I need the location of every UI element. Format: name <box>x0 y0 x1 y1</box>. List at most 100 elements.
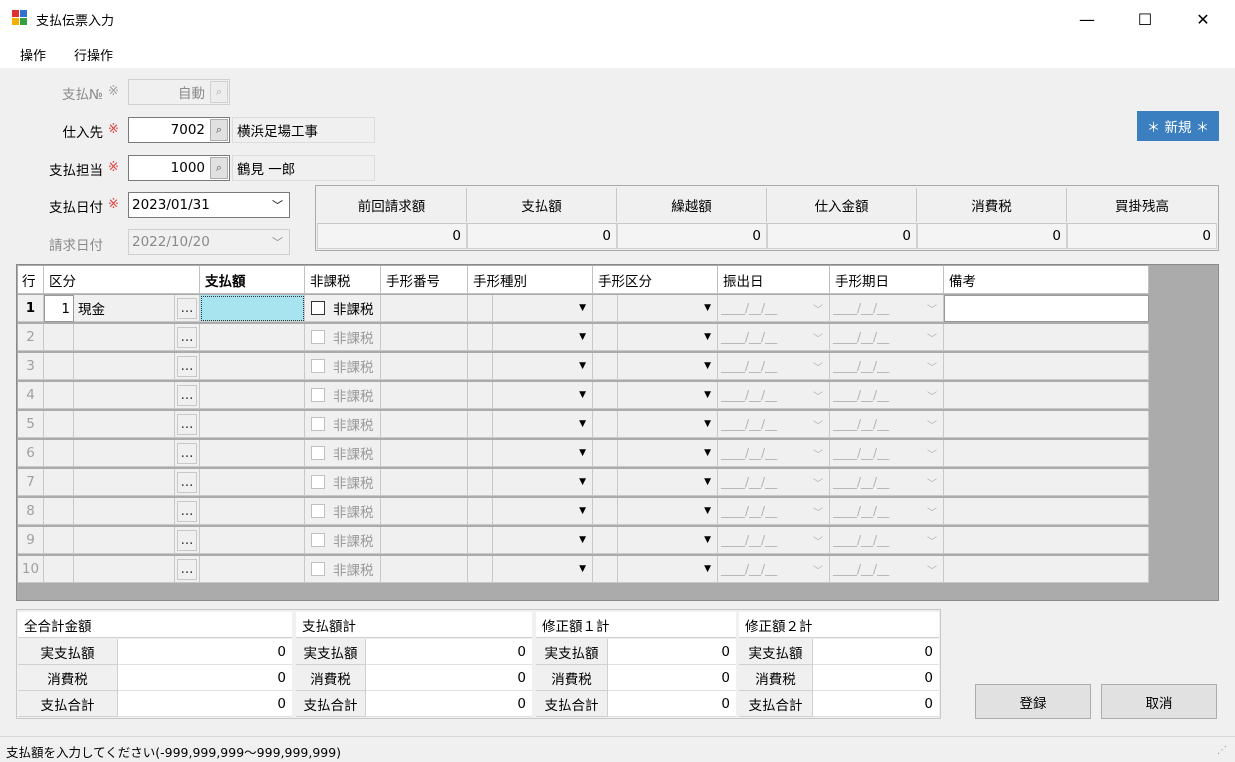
grid-cell-sq1[interactable] <box>468 295 493 322</box>
grid-cell-sq1[interactable] <box>468 411 493 438</box>
chevron-down-icon[interactable]: ﹀ <box>927 417 937 432</box>
grid-cell-name[interactable] <box>74 440 175 467</box>
grid-cell-cb[interactable]: 非課税 <box>305 411 381 438</box>
dropdown-arrow-icon[interactable]: ▼ <box>579 332 586 342</box>
grid-cell-nno[interactable] <box>381 556 468 583</box>
chevron-down-icon[interactable]: ﹀ <box>927 446 937 461</box>
checkbox-icon[interactable] <box>311 417 325 431</box>
dropdown-arrow-icon[interactable]: ▼ <box>579 564 586 574</box>
ellipsis-button[interactable]: ... <box>177 326 197 348</box>
date-picker[interactable]: ____/__/__ ﹀ <box>718 556 830 583</box>
grid-cell-sq1[interactable] <box>468 440 493 467</box>
chevron-down-icon[interactable]: ﹀ <box>927 330 937 345</box>
dropdown-select[interactable]: ▼ <box>618 469 718 496</box>
grid-cell-nno[interactable] <box>381 498 468 525</box>
amount-input[interactable] <box>200 469 305 496</box>
amount-input[interactable] <box>200 527 305 554</box>
date-picker[interactable]: ____/__/__ ﹀ <box>718 440 830 467</box>
grid-cell-sq1[interactable] <box>468 498 493 525</box>
register-button[interactable]: 登録 <box>975 684 1091 719</box>
chevron-down-icon[interactable]: ﹀ <box>927 359 937 374</box>
grid-cell-sq1[interactable] <box>468 556 493 583</box>
grid-cell-sq2[interactable] <box>593 382 618 409</box>
grid-cell-el[interactable]: ... <box>175 411 200 438</box>
chevron-down-icon[interactable]: ﹀ <box>927 533 937 548</box>
grid-cell-memo[interactable] <box>944 382 1149 409</box>
staff-search-icon[interactable]: ⌕ <box>210 157 228 179</box>
grid-cell-nno[interactable] <box>381 353 468 380</box>
dropdown-select[interactable]: ▼ <box>618 556 718 583</box>
grid-cell-code[interactable] <box>44 556 74 583</box>
dropdown-select[interactable]: ▼ <box>618 498 718 525</box>
grid-cell-memo[interactable] <box>944 411 1149 438</box>
checkbox-icon[interactable] <box>311 504 325 518</box>
dropdown-select[interactable]: ▼ <box>618 527 718 554</box>
grid-cell-sq2[interactable] <box>593 527 618 554</box>
checkbox-icon[interactable] <box>311 475 325 489</box>
grid-cell-nno[interactable] <box>381 469 468 496</box>
grid-cell-name[interactable] <box>74 411 175 438</box>
close-button[interactable]: ✕ <box>1174 0 1232 38</box>
grid-cell-name[interactable] <box>74 324 175 351</box>
amount-input[interactable] <box>200 295 305 322</box>
grid-cell-cb[interactable]: 非課税 <box>305 440 381 467</box>
chevron-down-icon[interactable]: ﹀ <box>813 388 823 403</box>
grid-cell-el[interactable]: ... <box>175 324 200 351</box>
dropdown-select[interactable]: ▼ <box>618 411 718 438</box>
amount-input[interactable] <box>200 353 305 380</box>
chevron-down-icon[interactable]: ﹀ <box>813 504 823 519</box>
dropdown-select[interactable]: ▼ <box>618 295 718 322</box>
grid-cell-memo[interactable] <box>944 556 1149 583</box>
grid-cell-nno[interactable] <box>381 440 468 467</box>
ellipsis-button[interactable]: ... <box>177 442 197 464</box>
chevron-down-icon[interactable]: ﹀ <box>813 446 823 461</box>
checkbox-icon[interactable] <box>311 301 325 315</box>
dropdown-arrow-icon[interactable]: ▼ <box>704 361 711 371</box>
pay-date-picker[interactable]: 2023/01/31 ﹀ <box>128 192 290 218</box>
date-picker[interactable]: ____/__/__ ﹀ <box>830 382 944 409</box>
ellipsis-button[interactable]: ... <box>177 413 197 435</box>
dropdown-arrow-icon[interactable]: ▼ <box>704 419 711 429</box>
grid-cell-nno[interactable] <box>381 411 468 438</box>
amount-input[interactable] <box>200 440 305 467</box>
checkbox-icon[interactable] <box>311 562 325 576</box>
chevron-down-icon[interactable]: ﹀ <box>813 417 823 432</box>
chevron-down-icon[interactable]: ﹀ <box>813 301 823 316</box>
grid-cell-el[interactable]: ... <box>175 353 200 380</box>
chevron-down-icon[interactable]: ﹀ <box>813 330 823 345</box>
grid-cell-sq1[interactable] <box>468 469 493 496</box>
grid-cell-el[interactable]: ... <box>175 527 200 554</box>
dropdown-arrow-icon[interactable]: ▼ <box>704 564 711 574</box>
dropdown-select[interactable]: ▼ <box>618 324 718 351</box>
date-picker[interactable]: ____/__/__ ﹀ <box>830 440 944 467</box>
grid-cell-sq2[interactable] <box>593 324 618 351</box>
grid-cell-code[interactable] <box>44 324 74 351</box>
dropdown-select[interactable]: ▼ <box>493 527 593 554</box>
grid-cell-sq1[interactable] <box>468 353 493 380</box>
amount-input[interactable] <box>200 382 305 409</box>
grid-cell-sq2[interactable] <box>593 556 618 583</box>
chevron-down-icon[interactable]: ﹀ <box>813 562 823 577</box>
grid-cell-memo[interactable] <box>944 353 1149 380</box>
dropdown-arrow-icon[interactable]: ▼ <box>579 506 586 516</box>
checkbox-icon[interactable] <box>311 533 325 547</box>
grid-cell-cb[interactable]: 非課税 <box>305 353 381 380</box>
chevron-down-icon[interactable]: ﹀ <box>927 301 937 316</box>
dropdown-arrow-icon[interactable]: ▼ <box>704 506 711 516</box>
grid-cell-el[interactable]: ... <box>175 295 200 322</box>
grid-cell-name[interactable] <box>74 469 175 496</box>
grid-cell-el[interactable]: ... <box>175 382 200 409</box>
ellipsis-button[interactable]: ... <box>177 384 197 406</box>
ellipsis-button[interactable]: ... <box>177 355 197 377</box>
maximize-button[interactable]: ☐ <box>1116 0 1174 38</box>
chevron-down-icon[interactable]: ﹀ <box>813 475 823 490</box>
grid-cell-memo[interactable] <box>944 324 1149 351</box>
supplier-search-icon[interactable]: ⌕ <box>210 119 228 141</box>
dropdown-select[interactable]: ▼ <box>493 324 593 351</box>
grid-cell-sq1[interactable] <box>468 382 493 409</box>
minimize-button[interactable]: — <box>1058 0 1116 38</box>
dropdown-arrow-icon[interactable]: ▼ <box>704 477 711 487</box>
dropdown-arrow-icon[interactable]: ▼ <box>579 390 586 400</box>
grid-cell-el[interactable]: ... <box>175 498 200 525</box>
date-picker[interactable]: ____/__/__ ﹀ <box>830 353 944 380</box>
